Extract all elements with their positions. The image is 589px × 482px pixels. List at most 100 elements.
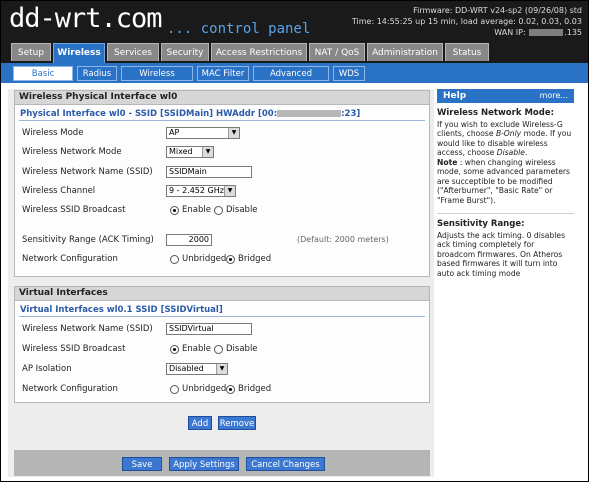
- network-config-bridged-radio[interactable]: [226, 255, 235, 264]
- tab-wireless[interactable]: Wireless: [53, 43, 105, 63]
- save-button[interactable]: Save: [122, 457, 162, 471]
- subtab-advanced-settings[interactable]: Advanced Settings: [253, 66, 329, 94]
- wireless-channel-label: Wireless Channel: [22, 186, 96, 196]
- firmware-version: Firmware: DD-WRT v24-sp2 (09/26/08) std: [413, 6, 582, 15]
- physical-fieldset-title-text: Physical Interface wl0 - SSID [SSIDMain]…: [20, 109, 278, 119]
- remove-button[interactable]: Remove: [218, 416, 256, 430]
- virtual-network-config-bridged-radio[interactable]: [226, 385, 235, 394]
- network-config-unbridged-label: Unbridged: [182, 254, 227, 264]
- physical-fieldset-title-tail: :23]: [341, 109, 361, 119]
- router-status-info: Firmware: DD-WRT v24-sp2 (09/26/08) std …: [352, 5, 582, 38]
- help-text-bonly: B-Only: [495, 129, 522, 138]
- virtual-network-config-unbridged-label: Unbridged: [182, 384, 227, 394]
- ssid-label: Wireless Network Name (SSID): [22, 167, 153, 177]
- ssid-broadcast-disable-radio[interactable]: [214, 206, 223, 215]
- virtual-ssid-input[interactable]: SSIDVirtual: [166, 323, 252, 335]
- wireless-channel-value: 9 - 2.452 GHz: [169, 186, 224, 195]
- main-content: Wireless Physical Interface wl0 Physical…: [1, 83, 588, 481]
- subtab-basic-settings[interactable]: Basic Settings: [13, 66, 73, 94]
- wireless-mode-select[interactable]: AP ▼: [166, 127, 240, 139]
- ssid-input[interactable]: SSIDMain: [166, 166, 252, 178]
- help-text-network-mode: If you wish to exclude Wireless-G client…: [437, 120, 574, 158]
- virtual-ssid-broadcast-enable-radio[interactable]: [170, 345, 179, 354]
- virtual-interfaces-section: Virtual Interfaces Virtual Interfaces wl…: [14, 286, 430, 403]
- uptime-load: Time: 14:55:25 up 15 min, load average: …: [351, 17, 582, 26]
- subtab-radius[interactable]: Radius: [77, 66, 117, 81]
- virtual-ssid-broadcast-label: Wireless SSID Broadcast: [22, 344, 126, 354]
- help-title: Help: [443, 91, 467, 101]
- sensitivity-range-label: Sensitivity Range (ACK Timing): [22, 235, 154, 245]
- network-configuration-label: Network Configuration: [22, 254, 118, 264]
- wireless-network-mode-label: Wireless Network Mode: [22, 147, 122, 157]
- sensitivity-range-input[interactable]: 2000: [166, 234, 212, 246]
- ap-isolation-value: Disabled: [169, 364, 204, 373]
- virtual-ssid-label: Wireless Network Name (SSID): [22, 324, 153, 334]
- help-heading-sensitivity: Sensitivity Range:: [437, 219, 525, 229]
- help-body: Wireless Network Mode: If you wish to ex…: [437, 108, 574, 278]
- network-config-unbridged-radio[interactable]: [170, 255, 179, 264]
- browser-frame: dd-wrt.com ... control panel Firmware: D…: [0, 0, 589, 482]
- tab-security[interactable]: Security: [161, 43, 209, 61]
- tab-access-restrictions[interactable]: Access Restrictions: [211, 43, 307, 61]
- wireless-mode-label: Wireless Mode: [22, 128, 84, 138]
- action-footer: Save Apply Settings Cancel Changes: [14, 450, 430, 476]
- help-heading-network-mode: Wireless Network Mode:: [437, 108, 554, 118]
- network-config-bridged-label: Bridged: [238, 254, 272, 264]
- ap-isolation-label: AP Isolation: [22, 364, 72, 374]
- cancel-changes-button[interactable]: Cancel Changes: [246, 457, 325, 471]
- help-note-text: : when changing wireless mode, some adva…: [437, 157, 571, 205]
- subtab-mac-filter[interactable]: MAC Filter: [197, 66, 249, 81]
- tab-status[interactable]: Status: [445, 43, 489, 61]
- wireless-channel-select[interactable]: 9 - 2.452 GHz ▼: [166, 185, 236, 197]
- wan-ip-label: WAN IP:: [494, 28, 526, 37]
- help-text-sensitivity: Adjusts the ack timing. 0 disables ack t…: [437, 230, 566, 278]
- virtual-ssid-broadcast-enable-label: Enable: [182, 344, 211, 354]
- virtual-network-config-unbridged-radio[interactable]: [170, 385, 179, 394]
- control-panel-logo: ... control panel: [167, 21, 311, 37]
- sub-tab-bar: Basic Settings Radius Wireless Security …: [1, 63, 588, 94]
- virtual-ssid-broadcast-disable-radio[interactable]: [214, 345, 223, 354]
- chevron-down-icon: ▼: [216, 364, 227, 374]
- chevron-down-icon: ▼: [228, 128, 239, 138]
- help-note: Note : when changing wireless mode, some…: [437, 158, 574, 206]
- help-sidebar: Help more... Wireless Network Mode: If y…: [437, 89, 574, 289]
- ssid-broadcast-label: Wireless SSID Broadcast: [22, 205, 126, 215]
- virtual-network-configuration-label: Network Configuration: [22, 384, 118, 394]
- hwaddr-mask: [277, 110, 342, 117]
- sensitivity-default-hint: (Default: 2000 meters): [297, 235, 389, 244]
- chevron-down-icon: ▼: [224, 186, 235, 196]
- main-tab-bar: Setup Wireless Services Security Access …: [1, 41, 588, 63]
- redacted-mask: [529, 29, 564, 36]
- help-header: Help more...: [437, 89, 574, 103]
- help-text-disable: Disable: [496, 148, 525, 157]
- subtab-wireless-security[interactable]: Wireless Security: [121, 66, 193, 94]
- section-title-physical: Wireless Physical Interface wl0: [15, 91, 429, 105]
- apply-settings-button[interactable]: Apply Settings: [169, 457, 239, 471]
- ssid-broadcast-enable-label: Enable: [182, 205, 211, 215]
- help-text-part: .: [524, 148, 528, 157]
- wan-ip: WAN IP: .135: [352, 27, 582, 38]
- tab-setup[interactable]: Setup: [11, 43, 51, 61]
- help-divider: [437, 213, 574, 214]
- virtual-fieldset-title: Virtual Interfaces wl0.1 SSID [SSIDVirtu…: [20, 305, 223, 315]
- physical-fieldset-title: Physical Interface wl0 - SSID [SSIDMain]…: [20, 109, 360, 119]
- ap-isolation-select[interactable]: Disabled ▼: [166, 363, 228, 375]
- virtual-network-config-bridged-label: Bridged: [238, 384, 272, 394]
- help-more-link[interactable]: more...: [540, 89, 568, 103]
- subtab-wds[interactable]: WDS: [333, 66, 365, 81]
- fieldset-divider: [19, 120, 425, 121]
- tab-services[interactable]: Services: [107, 43, 159, 61]
- help-note-label: Note: [437, 157, 458, 167]
- tab-administration[interactable]: Administration: [367, 43, 443, 61]
- wireless-network-mode-value: Mixed: [169, 147, 193, 156]
- wireless-mode-value: AP: [169, 128, 180, 137]
- ssid-broadcast-disable-label: Disable: [226, 205, 258, 215]
- header-banner: dd-wrt.com ... control panel Firmware: D…: [1, 1, 588, 41]
- wireless-network-mode-select[interactable]: Mixed ▼: [166, 146, 214, 158]
- fieldset-divider: [19, 316, 425, 317]
- physical-interface-section: Wireless Physical Interface wl0 Physical…: [14, 90, 430, 277]
- add-button[interactable]: Add: [188, 416, 212, 430]
- ssid-broadcast-enable-radio[interactable]: [170, 206, 179, 215]
- tab-nat-qos[interactable]: NAT / QoS: [309, 43, 365, 61]
- wan-ip-tail: .135: [564, 28, 582, 37]
